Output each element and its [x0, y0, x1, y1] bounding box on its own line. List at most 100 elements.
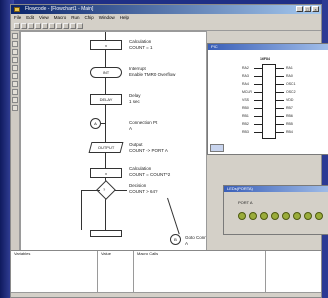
palette-connect-icon[interactable] [12, 97, 18, 103]
palette-delay-icon[interactable] [12, 49, 18, 55]
chip-pin-label: RA1 [286, 66, 293, 70]
chip-pin-right[interactable] [276, 124, 284, 125]
menu-view[interactable]: View [39, 14, 49, 21]
led-indicator[interactable] [238, 212, 246, 220]
menu-window[interactable]: Window [99, 14, 115, 21]
chip-window-title: PIC [211, 44, 218, 49]
chip-pin-left[interactable] [254, 100, 262, 101]
decision-text: ? [103, 187, 106, 192]
cut-icon[interactable] [35, 22, 41, 29]
calc-box-1[interactable]: x [90, 40, 122, 50]
maximize-button[interactable]: □ [304, 6, 311, 12]
palette-loop-icon[interactable] [12, 65, 18, 71]
goto-b-text: B [174, 237, 177, 242]
chip-pin-label: RB3 [242, 130, 249, 134]
delay-box[interactable]: DELAY [90, 94, 122, 105]
chip-pin-left[interactable] [254, 76, 262, 77]
calc-box-2-text: x [105, 171, 107, 176]
new-icon[interactable] [14, 22, 20, 29]
menu-edit[interactable]: Edit [26, 14, 34, 21]
goto-link [167, 197, 180, 235]
interrupt-box[interactable]: INT [90, 67, 122, 78]
chip-pin-left[interactable] [254, 84, 262, 85]
chip-pin-label: RA4 [242, 82, 249, 86]
led-indicator[interactable] [249, 212, 257, 220]
palette-input-icon[interactable] [12, 33, 18, 39]
chip-pin-right[interactable] [276, 116, 284, 117]
open-icon[interactable] [21, 22, 27, 29]
run-icon[interactable] [56, 22, 62, 29]
status-bar [11, 292, 321, 297]
chip-pin-label: RB4 [286, 130, 293, 134]
chip-pin-label: RA2 [242, 66, 249, 70]
save-icon[interactable] [28, 22, 34, 29]
menu-file[interactable]: File [14, 14, 21, 21]
led-window-titlebar[interactable]: LEDs(PORTA) [224, 186, 328, 192]
chip-pin-label: MCLR [242, 90, 252, 94]
chip-pin-right[interactable] [276, 100, 284, 101]
output-box[interactable]: OUTPUT [88, 142, 124, 153]
connection-point-a[interactable]: A [90, 118, 101, 129]
pause-icon[interactable] [63, 22, 69, 29]
chip-pin-right[interactable] [276, 108, 284, 109]
loop-end-box[interactable] [90, 230, 122, 237]
flow-spine [105, 32, 106, 232]
led-indicator[interactable] [315, 212, 323, 220]
menu-help[interactable]: Help [120, 14, 129, 21]
flowchart-canvas[interactable]: x Calculation COUNT = 1 INT Interrupt En… [20, 31, 207, 251]
chip-window[interactable]: PIC 16F84 RA2 RA3 RA4 MCLR VSS RB0 RB1 RB2 RB3 RA… [207, 43, 328, 155]
paste-icon[interactable] [49, 22, 55, 29]
palette-output-icon[interactable] [12, 41, 18, 47]
palette-decision-icon[interactable] [12, 57, 18, 63]
interrupt-box-text: INT [102, 70, 110, 75]
chip-pin-right[interactable] [276, 132, 284, 133]
led-window[interactable]: LEDs(PORTA) PORT A [223, 185, 328, 235]
minimize-button[interactable]: _ [296, 6, 303, 12]
goto-connection-b[interactable]: B [170, 234, 181, 245]
chip-pin-left[interactable] [254, 68, 262, 69]
interrupt-desc: Interrupt Enable TMR0 Overflow [129, 66, 176, 77]
title-bar[interactable]: Flowcode - [Flowchart1 - Main] _ □ × [11, 5, 321, 14]
column-divider-2 [133, 251, 134, 297]
led-indicator[interactable] [304, 212, 312, 220]
chip-pin-label: RB7 [286, 106, 293, 110]
chip-pin-label: RB1 [242, 114, 249, 118]
palette-macro-icon[interactable] [12, 73, 18, 79]
menu-bar: File Edit View Macro Run Chip Window Hel… [11, 14, 321, 21]
toolbar [11, 21, 321, 31]
chip-pin-left[interactable] [254, 116, 262, 117]
chip-pin-label: VDD [286, 98, 294, 102]
menu-chip[interactable]: Chip [85, 14, 94, 21]
chip-pin-right[interactable] [276, 84, 284, 85]
connection-a-text: A [94, 121, 97, 126]
chip-pin-left[interactable] [254, 92, 262, 93]
step-icon[interactable] [77, 22, 83, 29]
palette-calc-icon[interactable] [12, 81, 18, 87]
stop-icon[interactable] [70, 22, 76, 29]
copy-icon[interactable] [42, 22, 48, 29]
menu-run[interactable]: Run [71, 14, 79, 21]
palette-goto-icon[interactable] [12, 105, 18, 111]
close-button[interactable]: × [312, 6, 319, 12]
led-indicator[interactable] [282, 212, 290, 220]
chip-pin-left[interactable] [254, 108, 262, 109]
led-indicator[interactable] [293, 212, 301, 220]
menu-macro[interactable]: Macro [54, 14, 67, 21]
decision-desc: Decision COUNT > 64? [129, 183, 158, 194]
decision-no-branch [81, 190, 100, 191]
app-window: Flowcode - [Flowchart1 - Main] _ □ × Fil… [10, 4, 328, 298]
chip-window-tab[interactable] [210, 144, 224, 152]
led-indicator[interactable] [260, 212, 268, 220]
palette-interrupt-icon[interactable] [12, 89, 18, 95]
chip-window-titlebar[interactable]: PIC [208, 44, 328, 50]
chip-pin-left[interactable] [254, 124, 262, 125]
calc-box-2[interactable]: x [90, 168, 122, 178]
led-indicator[interactable] [271, 212, 279, 220]
chip-pin-right[interactable] [276, 76, 284, 77]
chip-pin-left[interactable] [254, 132, 262, 133]
chip-pin-right[interactable] [276, 92, 284, 93]
chip-pin-label: RB0 [242, 106, 249, 110]
chip-pin-right[interactable] [276, 68, 284, 69]
decision-no-down [81, 190, 82, 230]
output-box-text: OUTPUT [97, 145, 115, 150]
